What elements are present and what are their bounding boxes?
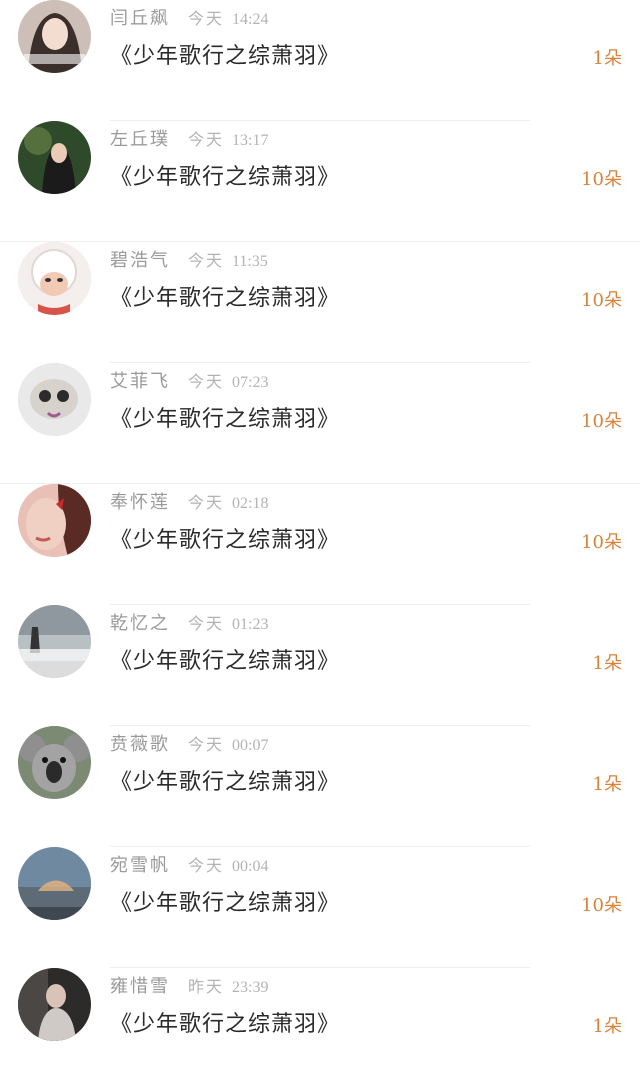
flower-count: 10朵 [581, 532, 622, 553]
timestamp: 01:23 [232, 616, 269, 633]
list-item[interactable]: 贲薇歌 今天 00:07 《少年歌行之综萧羽》 1朵 [0, 726, 640, 847]
avatar[interactable] [18, 605, 91, 678]
flower-count: 1朵 [592, 774, 622, 795]
timestamp: 14:24 [232, 11, 269, 28]
list-item[interactable]: 左丘璞 今天 13:17 《少年歌行之综萧羽》 10朵 [0, 121, 640, 242]
book-title[interactable]: 《少年歌行之综萧羽》 [110, 885, 340, 917]
avatar[interactable] [18, 242, 91, 315]
avatar[interactable] [18, 0, 91, 73]
sender-name[interactable]: 闫丘飙 [110, 4, 170, 30]
date-label: 今天 [188, 735, 225, 754]
avatar[interactable] [18, 847, 91, 920]
avatar[interactable] [18, 726, 91, 799]
flower-count: 1朵 [592, 48, 622, 69]
timestamp: 23:39 [232, 979, 269, 996]
sender-name[interactable]: 宛雪帆 [110, 851, 170, 877]
book-title[interactable]: 《少年歌行之综萧羽》 [110, 38, 340, 70]
timestamp: 00:07 [232, 737, 269, 754]
timestamp: 13:17 [232, 132, 269, 149]
list-item[interactable]: 艾菲飞 今天 07:23 《少年歌行之综萧羽》 10朵 [0, 363, 640, 484]
list-item[interactable]: 奉怀莲 今天 02:18 《少年歌行之综萧羽》 10朵 [0, 484, 640, 605]
date-label: 昨天 [188, 977, 225, 996]
date-label: 今天 [188, 251, 225, 270]
flower-count: 1朵 [592, 1016, 622, 1037]
list-item[interactable]: 雍惜雪 昨天 23:39 《少年歌行之综萧羽》 1朵 [0, 968, 640, 1078]
sender-name[interactable]: 艾菲飞 [110, 367, 170, 393]
date-label: 今天 [188, 372, 225, 391]
sender-name[interactable]: 奉怀莲 [110, 488, 170, 514]
avatar[interactable] [18, 968, 91, 1041]
date-label: 今天 [188, 493, 225, 512]
timestamp: 07:23 [232, 374, 269, 391]
book-title[interactable]: 《少年歌行之综萧羽》 [110, 159, 340, 191]
book-title[interactable]: 《少年歌行之综萧羽》 [110, 643, 340, 675]
sender-name[interactable]: 碧浩气 [110, 246, 170, 272]
timestamp: 00:04 [232, 858, 269, 875]
sender-name[interactable]: 乾忆之 [110, 609, 170, 635]
date-label: 今天 [188, 856, 225, 875]
flower-count: 1朵 [592, 653, 622, 674]
flower-count: 10朵 [581, 169, 622, 190]
avatar[interactable] [18, 484, 91, 557]
book-title[interactable]: 《少年歌行之综萧羽》 [110, 1006, 340, 1038]
flower-count: 10朵 [581, 411, 622, 432]
flower-count: 10朵 [581, 895, 622, 916]
list-item[interactable]: 碧浩气 今天 11:35 《少年歌行之综萧羽》 10朵 [0, 242, 640, 363]
date-label: 今天 [188, 130, 225, 149]
timestamp: 02:18 [232, 495, 269, 512]
flower-count: 10朵 [581, 290, 622, 311]
book-title[interactable]: 《少年歌行之综萧羽》 [110, 522, 340, 554]
list-item[interactable]: 乾忆之 今天 01:23 《少年歌行之综萧羽》 1朵 [0, 605, 640, 726]
book-title[interactable]: 《少年歌行之综萧羽》 [110, 280, 340, 312]
list-item[interactable]: 宛雪帆 今天 00:04 《少年歌行之综萧羽》 10朵 [0, 847, 640, 968]
book-title[interactable]: 《少年歌行之综萧羽》 [110, 401, 340, 433]
timestamp: 11:35 [232, 253, 268, 270]
sender-name[interactable]: 雍惜雪 [110, 972, 170, 998]
date-label: 今天 [188, 9, 225, 28]
avatar[interactable] [18, 363, 91, 436]
sender-name[interactable]: 贲薇歌 [110, 730, 170, 756]
book-title[interactable]: 《少年歌行之综萧羽》 [110, 764, 340, 796]
sender-name[interactable]: 左丘璞 [110, 125, 170, 151]
list-item[interactable]: 闫丘飙 今天 14:24 《少年歌行之综萧羽》 1朵 [0, 0, 640, 121]
date-label: 今天 [188, 614, 225, 633]
avatar[interactable] [18, 121, 91, 194]
